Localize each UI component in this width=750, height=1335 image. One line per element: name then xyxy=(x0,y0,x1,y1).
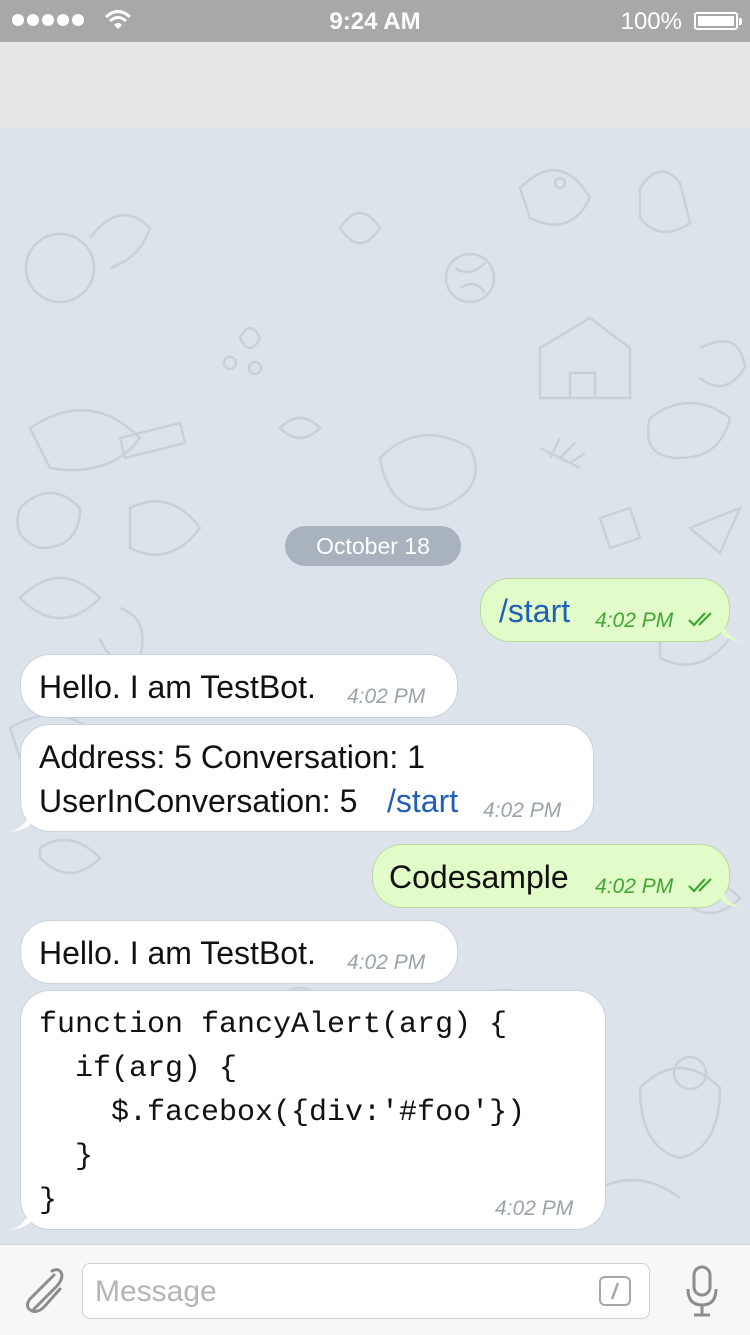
incoming-message[interactable]: Hello. I am TestBot. 4:02 PM xyxy=(20,654,458,718)
incoming-message[interactable]: Hello. I am TestBot. 4:02 PM xyxy=(20,920,458,984)
navigation-bar xyxy=(0,42,750,128)
date-separator: October 18 xyxy=(285,526,461,566)
paperclip-icon[interactable] xyxy=(16,1265,64,1317)
message-field[interactable] xyxy=(82,1263,650,1319)
message-time: 4:02 PM xyxy=(595,609,674,632)
message-time: 4:02 PM xyxy=(595,875,674,898)
microphone-icon[interactable] xyxy=(684,1265,720,1317)
incoming-code-message[interactable]: function fancyAlert(arg) { if(arg) { $.f… xyxy=(9,990,606,1230)
outgoing-message[interactable]: Codesample 4:02 PM xyxy=(372,844,743,908)
battery-icon xyxy=(694,12,742,30)
code-line: } xyxy=(39,1140,94,1174)
message-text: Hello. I am TestBot. xyxy=(39,935,316,971)
message-time: 4:02 PM xyxy=(495,1197,574,1220)
message-time: 4:02 PM xyxy=(347,951,426,974)
message-text: Hello. I am TestBot. xyxy=(39,669,316,705)
slash-command-icon[interactable] xyxy=(599,1276,631,1306)
message-input-bar xyxy=(0,1244,750,1335)
message-input[interactable] xyxy=(93,1270,587,1314)
message-time: 4:02 PM xyxy=(483,799,562,822)
outgoing-message[interactable]: /start 4:02 PM xyxy=(480,578,743,642)
incoming-message[interactable]: Address: 5 Conversation: 1 UserInConvers… xyxy=(9,724,594,832)
message-time: 4:02 PM xyxy=(347,685,426,708)
message-text-line: Address: 5 Conversation: 1 xyxy=(39,739,425,775)
message-command-link[interactable]: /start xyxy=(387,783,458,820)
read-check-icon xyxy=(688,612,712,627)
code-line: $.facebox({div:'#foo'}) xyxy=(39,1096,526,1130)
battery-percentage: 100% xyxy=(620,8,682,35)
code-line: } xyxy=(39,1184,58,1218)
code-line: if(arg) { xyxy=(39,1052,238,1086)
message-text: Codesample xyxy=(389,859,569,895)
status-bar: 9:24 AM 100% xyxy=(0,0,750,42)
message-text-line: UserInConversation: 5 xyxy=(39,783,367,819)
message-command-link[interactable]: /start xyxy=(499,593,570,630)
code-line: function fancyAlert(arg) { xyxy=(39,1008,508,1042)
chat-area[interactable]: October 18 /start 4:02 PM Hello. I am Te… xyxy=(0,128,750,1244)
read-check-icon xyxy=(688,878,712,893)
